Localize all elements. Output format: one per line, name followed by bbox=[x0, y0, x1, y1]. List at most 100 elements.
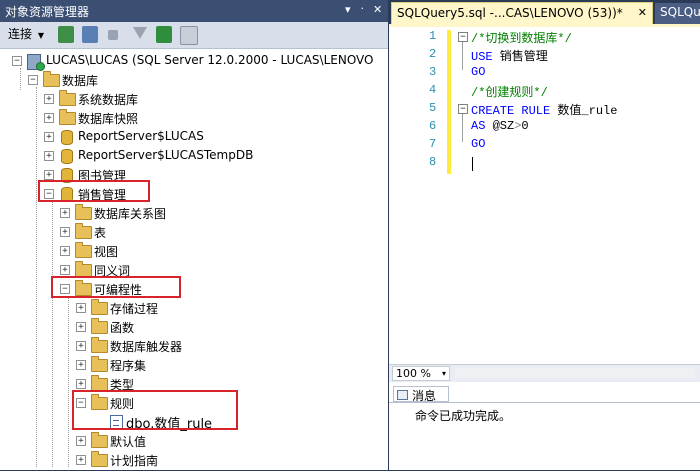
close-icon[interactable]: ✕ bbox=[373, 3, 382, 16]
outline-collapse-icon[interactable]: − bbox=[458, 104, 468, 114]
database-icon bbox=[61, 149, 73, 164]
zoom-select[interactable]: 100 % ▾ bbox=[392, 366, 450, 381]
expand-toggle[interactable]: + bbox=[60, 208, 70, 218]
folder-icon bbox=[59, 90, 76, 106]
code-keyword: GO bbox=[471, 137, 486, 151]
tree-connector bbox=[52, 201, 53, 467]
folder-icon bbox=[91, 356, 108, 372]
tree-node-label: ReportServer$LUCASTempDB bbox=[78, 148, 254, 162]
folder-icon bbox=[91, 318, 108, 334]
expand-toggle[interactable]: + bbox=[44, 151, 54, 161]
expand-toggle[interactable]: + bbox=[44, 94, 54, 104]
expand-toggle[interactable]: + bbox=[60, 246, 70, 256]
tree-node-label: 默认值 bbox=[110, 435, 147, 449]
folder-icon bbox=[75, 223, 92, 239]
tree-connector bbox=[36, 87, 37, 467]
message-icon bbox=[397, 390, 408, 400]
code-line-3: GO bbox=[471, 65, 485, 79]
code-line-7: GO bbox=[471, 137, 485, 151]
tree-node-label: 计划指南 bbox=[110, 454, 159, 468]
horizontal-scrollbar[interactable] bbox=[455, 368, 695, 378]
code-variable: @SZ bbox=[485, 119, 515, 133]
connect-button[interactable]: 连接 ▼ bbox=[8, 26, 44, 43]
tab-messages[interactable]: 消息 bbox=[393, 386, 449, 403]
expand-toggle[interactable]: + bbox=[44, 170, 54, 180]
folder-icon bbox=[43, 71, 60, 87]
stop-icon[interactable] bbox=[108, 30, 118, 40]
chevron-down-icon: ▾ bbox=[441, 369, 446, 378]
expand-toggle[interactable]: + bbox=[76, 379, 86, 389]
expand-toggle[interactable]: + bbox=[76, 360, 86, 370]
expand-toggle[interactable]: + bbox=[60, 265, 70, 275]
line-number: 8 bbox=[429, 155, 437, 169]
query-editor[interactable]: 1 2 3 4 5 6 7 8 − − /*切换到数据库*/ USE 销售管理 … bbox=[389, 24, 700, 364]
expand-toggle[interactable]: + bbox=[76, 303, 86, 313]
pin-icon[interactable]: ᛫ bbox=[359, 3, 366, 16]
outline-line bbox=[462, 114, 463, 142]
outline-collapse-icon[interactable]: − bbox=[458, 32, 468, 42]
connect-object-explorer-icon[interactable] bbox=[58, 26, 74, 43]
text-caret bbox=[472, 157, 473, 171]
object-explorer-title-bar: 对象资源管理器 ▾ ᛫ ✕ bbox=[0, 0, 388, 22]
zoom-value: 100 % bbox=[396, 367, 431, 380]
line-number: 6 bbox=[429, 119, 437, 133]
line-number: 5 bbox=[429, 101, 437, 115]
tree-node-label: 函数 bbox=[110, 321, 135, 335]
folder-icon bbox=[75, 204, 92, 220]
panel-menu-icon[interactable]: ▾ bbox=[345, 3, 351, 16]
tree-node-label: 程序集 bbox=[110, 359, 147, 373]
code-keyword: CREATE RULE bbox=[471, 104, 551, 118]
connect-label: 连接 bbox=[8, 27, 33, 41]
code-identifier: 销售管理 bbox=[492, 50, 548, 64]
code-identifier: 数值_rule bbox=[550, 104, 618, 118]
outline-line bbox=[462, 42, 463, 70]
tab-label: SQLQuery5.sql -...CAS\LENOVO (53))* bbox=[397, 6, 623, 20]
highlight-box-programmability bbox=[51, 276, 181, 298]
disconnect-icon[interactable] bbox=[82, 26, 98, 43]
tree-node-label: 存储过程 bbox=[110, 302, 159, 316]
tree-connector bbox=[20, 68, 21, 90]
chevron-down-icon: ▼ bbox=[37, 31, 44, 40]
collapse-toggle[interactable]: − bbox=[28, 75, 38, 85]
expand-toggle[interactable]: + bbox=[76, 322, 86, 332]
folder-icon bbox=[91, 337, 108, 353]
code-number: 0 bbox=[521, 119, 529, 133]
code-keyword: AS bbox=[471, 119, 486, 133]
change-tracking-bar bbox=[447, 30, 451, 174]
folder-icon bbox=[91, 299, 108, 315]
tree-connector bbox=[68, 296, 69, 467]
line-number: 3 bbox=[429, 65, 437, 79]
line-number: 7 bbox=[429, 137, 437, 151]
close-tab-icon[interactable]: ✕ bbox=[638, 6, 647, 19]
expand-toggle[interactable]: + bbox=[44, 113, 54, 123]
refresh-icon[interactable] bbox=[156, 26, 172, 43]
message-text: 命令已成功完成。 bbox=[415, 409, 512, 423]
tree-node-label: 数据库关系图 bbox=[94, 207, 167, 221]
tree-node-label: 视图 bbox=[94, 245, 119, 259]
tab-label: SQLQuery4 bbox=[660, 5, 700, 19]
code-comment: /*切换到数据库*/ bbox=[471, 32, 572, 46]
object-explorer-panel: 对象资源管理器 ▾ ᛫ ✕ 连接 ▼ − LUCAS\LUCAS (SQL Se… bbox=[0, 0, 388, 470]
tree-node-label: 系统数据库 bbox=[78, 93, 139, 107]
code-line-6: AS @SZ>0 bbox=[471, 119, 529, 133]
expand-toggle[interactable]: + bbox=[76, 341, 86, 351]
expand-toggle[interactable]: + bbox=[76, 436, 86, 446]
tree-node-label: ReportServer$LUCAS bbox=[78, 129, 204, 143]
tab-sqlquery5[interactable]: SQLQuery5.sql -...CAS\LENOVO (53))* ✕ bbox=[391, 2, 653, 24]
tab-sqlquery4[interactable]: SQLQuery4 bbox=[655, 3, 700, 24]
tree-node-label: 数据库快照 bbox=[78, 112, 139, 126]
expand-toggle[interactable]: + bbox=[60, 227, 70, 237]
line-number: 4 bbox=[429, 83, 437, 97]
activity-monitor-icon[interactable] bbox=[180, 26, 198, 45]
server-icon bbox=[27, 54, 45, 71]
object-explorer-title: 对象资源管理器 bbox=[5, 5, 90, 19]
collapse-toggle[interactable]: − bbox=[12, 56, 22, 66]
expand-toggle[interactable]: + bbox=[44, 132, 54, 142]
object-tree: − LUCAS\LUCAS (SQL Server 12.0.2000 - LU… bbox=[0, 49, 388, 470]
expand-toggle[interactable]: + bbox=[76, 455, 86, 465]
results-pane: 消息 命令已成功完成。 bbox=[389, 382, 700, 470]
code-line-1: /*切换到数据库*/ bbox=[471, 29, 572, 46]
tree-node-label: 数据库触发器 bbox=[110, 340, 183, 354]
filter-icon[interactable] bbox=[133, 27, 147, 39]
folder-icon bbox=[59, 109, 76, 125]
